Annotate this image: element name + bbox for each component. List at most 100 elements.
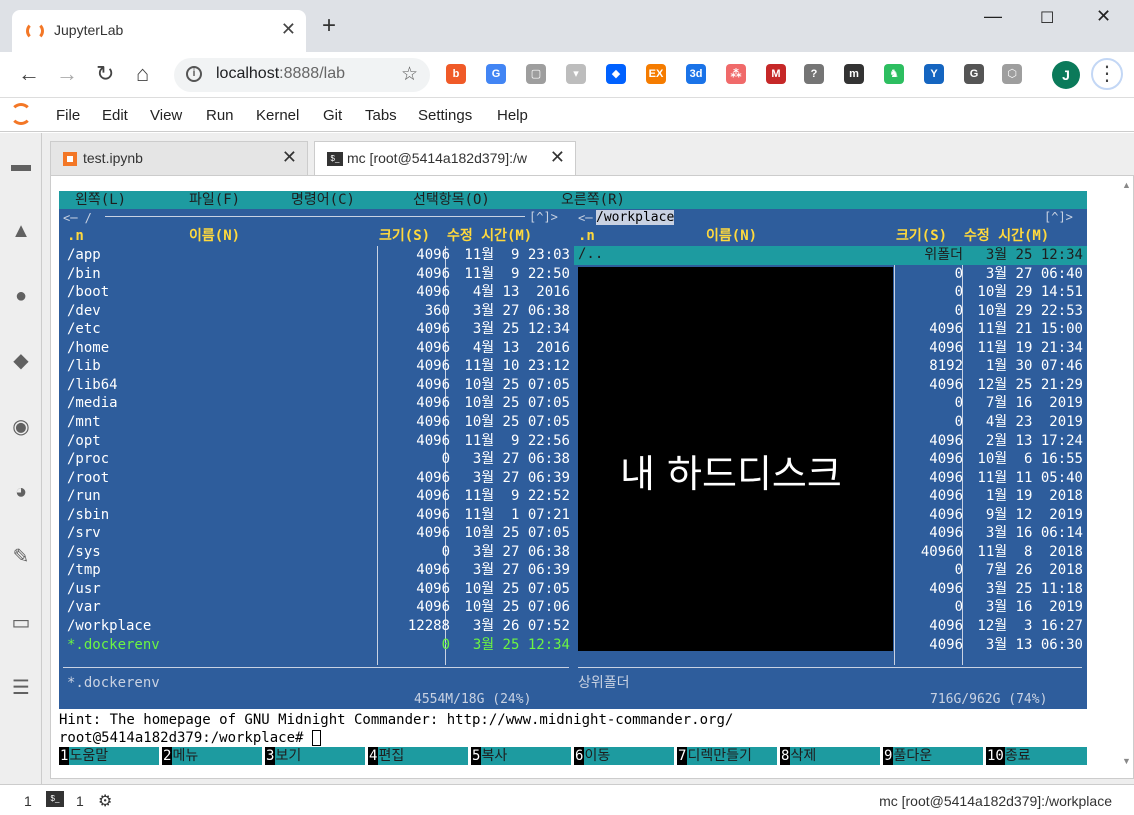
col-header-name[interactable]: 이름(N) [189,227,240,245]
address-url[interactable]: localhost:8888/lab [216,65,345,83]
ex-icon[interactable]: EX [646,64,666,84]
file-row[interactable]: /dev 360 3월 27 06:38 [59,302,574,321]
bitwarden-icon[interactable]: b [446,64,466,84]
file-row[interactable]: /app 4096 11월 9 23:03 [59,246,574,265]
minimize-icon[interactable]: — [984,6,1002,27]
terminal-status-icon[interactable]: $_ [46,791,64,807]
reload-icon[interactable]: ↻ [96,62,114,86]
file-row[interactable]: /proc 0 3월 27 06:38 [59,450,574,469]
file-row[interactable]: *.dockerenv 0 3월 25 12:34 [59,636,574,655]
hex-ext-icon[interactable]: ⬡ [1002,64,1022,84]
terminal-scrollbar[interactable]: ▲ ▼ [1119,176,1133,778]
file-row[interactable]: /home 4096 4월 13 2016 [59,339,574,358]
new-tab-button[interactable]: + [322,14,336,38]
folder-icon[interactable]: ▬ [9,153,33,177]
menu-edit[interactable]: Edit [102,107,128,124]
menu-settings[interactable]: Settings [418,107,472,124]
window-icon[interactable]: ▢ [526,64,546,84]
file-row[interactable]: /media 4096 10월 25 07:05 [59,394,574,413]
right-panel-corner[interactable]: [^]> [1044,211,1073,223]
calendar-3d-icon[interactable]: 3d [686,64,706,84]
col-header-size[interactable]: 크기(S) [896,227,947,245]
left-panel-corner[interactable]: [^]> [529,211,558,223]
fkey-5[interactable]: 5복사 [471,747,571,765]
status-kernels-count[interactable]: 1 [24,793,32,809]
file-row[interactable]: /bin 4096 11월 9 22:50 [59,265,574,284]
github-icon[interactable]: ● [9,284,33,308]
address-bar[interactable]: i localhost:8888/lab ☆ [174,58,430,92]
file-row[interactable]: /root 4096 3월 27 06:39 [59,469,574,488]
mc-menu-command[interactable]: 명령어(C) [291,191,355,209]
close-tab-icon[interactable]: ✕ [281,19,296,40]
dropbox-icon[interactable]: ◆ [606,64,626,84]
window-close-icon[interactable]: ✕ [1096,6,1111,27]
col-header-mtime[interactable]: 수정 시간(M) [964,227,1049,245]
shield-ext-icon[interactable]: ? [804,64,824,84]
file-row[interactable]: /lib 4096 11월 10 23:12 [59,357,574,376]
menu-tabs[interactable]: Tabs [365,107,397,124]
mc-menu-options[interactable]: 선택항목(O) [413,191,490,209]
fkey-6[interactable]: 6이동 [574,747,674,765]
col-header-name[interactable]: 이름(N) [706,227,757,245]
bookmark-star-icon[interactable]: ☆ [401,63,418,86]
fkey-3[interactable]: 3보기 [265,747,365,765]
menu-git[interactable]: Git [323,107,342,124]
browser-menu-icon[interactable]: ⋮ [1091,58,1123,90]
browser-tab[interactable]: JupyterLab ✕ [12,10,306,52]
git-icon[interactable]: ◆ [9,349,33,373]
menu-view[interactable]: View [150,107,182,124]
y-ext-icon[interactable]: Y [924,64,944,84]
col-header-n[interactable]: .n [578,227,595,245]
evernote-icon[interactable]: ♞ [884,64,904,84]
running-stop-icon[interactable]: ◉ [9,415,33,439]
fkey-10[interactable]: 10종료 [986,747,1087,765]
close-tab-icon[interactable]: ✕ [550,147,565,168]
mc-menu-right[interactable]: 오른쪽(R) [561,191,625,209]
tab-test-notebook[interactable]: test.ipynb ✕ [50,141,308,175]
grammar-icon[interactable]: G [964,64,984,84]
fkey-2[interactable]: 2메뉴 [162,747,262,765]
shell-prompt[interactable]: root@5414a182d379:/workplace# [59,729,1087,747]
mendeley-icon[interactable]: M [766,64,786,84]
site-info-icon[interactable]: i [186,66,202,82]
m-ext-icon[interactable]: m [844,64,864,84]
close-tab-icon[interactable]: ✕ [282,147,297,168]
cpu-chip-icon[interactable]: ⚙ [98,791,112,811]
dropdown-ext-icon[interactable]: ▾ [566,64,586,84]
file-row[interactable]: /var 4096 10월 25 07:06 [59,598,574,617]
maximize-icon[interactable]: ☐ [1040,8,1054,28]
file-row[interactable]: /usr 4096 10월 25 07:05 [59,580,574,599]
forward-icon[interactable]: → [56,62,78,86]
menu-file[interactable]: File [56,107,80,124]
col-header-n[interactable]: .n [67,227,84,245]
scroll-up-icon[interactable]: ▲ [1122,180,1131,190]
translate-icon[interactable]: G [486,64,506,84]
file-row[interactable]: /etc 4096 3월 25 12:34 [59,320,574,339]
wrench-icon[interactable]: ✎ [9,545,33,569]
col-header-mtime[interactable]: 수정 시간(M) [447,227,532,245]
fkey-1[interactable]: 1도움말 [59,747,159,765]
back-icon[interactable]: ← [18,62,40,86]
file-row[interactable]: 위폴더 3월 25 12:34 [574,246,1087,265]
palette-icon[interactable]: ◕ [9,480,33,504]
mc-left-panel[interactable]: <─ / [^]> .n 이름(N) 크기(S) 수정 시간(M) /app 40… [59,209,574,709]
mc-menu-file[interactable]: 파일(F) [189,191,240,209]
home-icon[interactable]: ⌂ [136,62,149,86]
fkey-9[interactable]: 9풀다운 [883,747,983,765]
file-row[interactable]: /run 4096 11월 9 22:52 [59,487,574,506]
scroll-down-icon[interactable]: ▼ [1122,756,1131,766]
status-terminals-count[interactable]: 1 [76,793,84,809]
file-row[interactable]: /boot 4096 4월 13 2016 [59,283,574,302]
file-row[interactable]: /mnt 4096 10월 25 07:05 [59,413,574,432]
file-row[interactable]: /lib64 4096 10월 25 07:05 [59,376,574,395]
fkey-4[interactable]: 4편집 [368,747,468,765]
toc-list-icon[interactable]: ☰ [9,676,33,700]
file-row[interactable]: /opt 4096 11월 9 22:56 [59,432,574,451]
fkey-7[interactable]: 7디렉만들기 [677,747,777,765]
file-row[interactable]: /workplace 12288 3월 26 07:52 [59,617,574,636]
tabs-panel-icon[interactable]: ▭ [9,611,33,635]
menu-kernel[interactable]: Kernel [256,107,299,124]
file-row[interactable]: /tmp 4096 3월 27 06:39 [59,561,574,580]
profile-avatar[interactable]: J [1052,61,1080,89]
file-row[interactable]: /sbin 4096 11월 1 07:21 [59,506,574,525]
